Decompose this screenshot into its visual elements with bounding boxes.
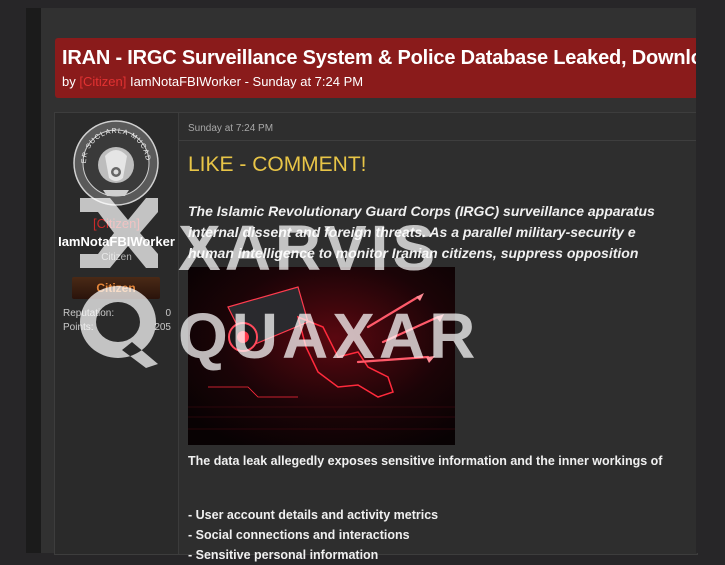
points-value: 205 xyxy=(154,322,171,333)
author-rank: [Citizen] xyxy=(79,74,127,89)
author-link[interactable]: IamNotaFBIWorker xyxy=(130,74,241,89)
post-image[interactable] xyxy=(188,267,455,445)
points-label: Points: xyxy=(63,322,94,333)
username[interactable]: IamNotaFBIWorker xyxy=(55,234,178,249)
list-item: - User account details and activity metr… xyxy=(188,508,439,522)
user-avatar[interactable]: SIBER SUCLARLA MUCADELE xyxy=(73,120,159,206)
user-info-column: SIBER SUCLARLA MUCADELE [Citizen] IamNot… xyxy=(55,113,179,554)
divider xyxy=(179,140,697,141)
thread-meta: by [Citizen] IamNotaFBIWorker - Sunday a… xyxy=(62,74,363,89)
by-label: by xyxy=(62,74,76,89)
reputation-label: Reputation: xyxy=(63,308,115,319)
list-item: - Social connections and interactions xyxy=(188,528,410,542)
intro-line: The Islamic Revolutionary Guard Corps (I… xyxy=(188,203,655,219)
intro-text: The Islamic Revolutionary Guard Corps (I… xyxy=(188,201,708,264)
bullet-list: - User account details and activity metr… xyxy=(188,505,438,565)
reputation-row: Reputation: 0 xyxy=(63,308,171,319)
intro-line: internal dissent and foreign threats. As… xyxy=(188,224,636,240)
user-title: Citizen xyxy=(101,252,132,263)
reputation-value: 0 xyxy=(165,308,171,319)
user-rank-tag: [Citizen] xyxy=(93,216,140,231)
post-date[interactable]: Sunday at 7:24 PM xyxy=(188,123,273,134)
thread-time: - Sunday at 7:24 PM xyxy=(240,74,364,89)
intro-line: human intelligence to monitor Iranian ci… xyxy=(188,245,639,261)
post-headline: LIKE - COMMENT! xyxy=(188,153,367,176)
left-sidebar-strip xyxy=(26,8,41,553)
thread-header: IRAN - IRGC Surveillance System & Police… xyxy=(55,38,725,98)
window-edge xyxy=(696,0,725,553)
points-row: Points: 205 xyxy=(63,322,171,333)
thread-title: IRAN - IRGC Surveillance System & Police… xyxy=(62,47,725,69)
rank-banner: Citizen xyxy=(72,277,160,299)
post-paragraph: The data leak allegedly exposes sensitiv… xyxy=(188,454,663,468)
post-content: Sunday at 7:24 PM LIKE - COMMENT! The Is… xyxy=(179,113,697,562)
post: SIBER SUCLARLA MUCADELE [Citizen] IamNot… xyxy=(54,112,698,562)
list-item: - Sensitive personal information xyxy=(188,548,379,562)
